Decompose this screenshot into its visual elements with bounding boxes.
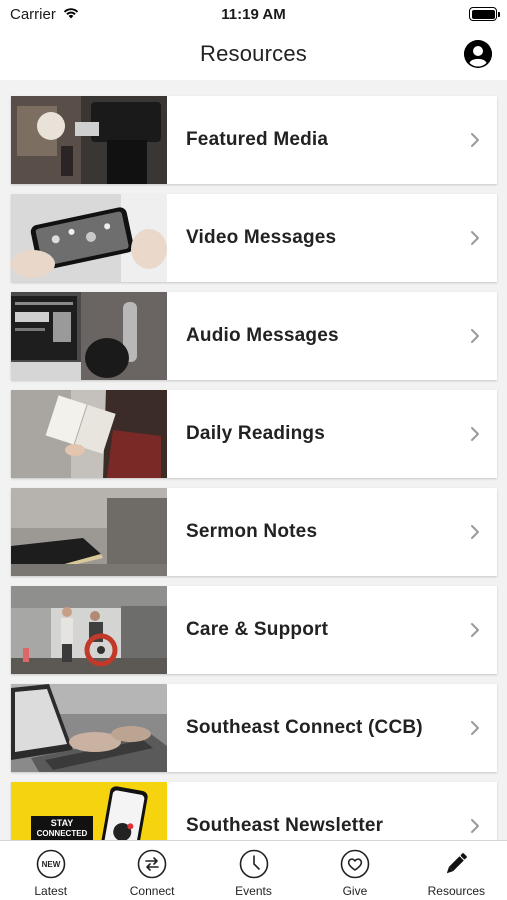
list-item-label: Featured Media bbox=[186, 129, 329, 150]
list-item-southeast-connect[interactable]: Southeast Connect (CCB) bbox=[11, 684, 497, 772]
tab-label: Latest bbox=[34, 884, 68, 898]
list-item-daily-readings[interactable]: Daily Readings bbox=[11, 390, 497, 478]
tab-label: Give bbox=[342, 884, 368, 898]
status-left: Carrier bbox=[10, 6, 80, 23]
bible-on-table-photo bbox=[11, 488, 167, 576]
list-item-care-support[interactable]: Care & Support bbox=[11, 586, 497, 674]
list-item-label: Audio Messages bbox=[186, 325, 339, 346]
camera-crew-photo bbox=[11, 96, 167, 184]
list-item-featured-media[interactable]: Featured Media bbox=[11, 96, 497, 184]
tab-bar: NEW Latest Connect Events Give Resources bbox=[0, 840, 507, 900]
list-item-label: Video Messages bbox=[186, 227, 337, 248]
chevron-right-icon bbox=[463, 132, 497, 148]
list-item-southeast-newsletter[interactable]: STAY CONNECTED Southeast Newsletter bbox=[11, 782, 497, 840]
heart-icon bbox=[339, 848, 371, 880]
care-group-photo bbox=[11, 586, 167, 674]
list-item-sermon-notes[interactable]: Sermon Notes bbox=[11, 488, 497, 576]
tab-resources[interactable]: Resources bbox=[406, 841, 507, 900]
tab-latest[interactable]: NEW Latest bbox=[0, 841, 101, 900]
chevron-right-icon bbox=[463, 426, 497, 442]
tab-connect[interactable]: Connect bbox=[101, 841, 202, 900]
connect-arrows-icon bbox=[136, 848, 168, 880]
list-item-label: Daily Readings bbox=[186, 423, 326, 444]
wifi-icon bbox=[62, 6, 80, 23]
chevron-right-icon bbox=[463, 328, 497, 344]
clock-icon bbox=[238, 848, 270, 880]
studio-microphone-photo bbox=[11, 292, 167, 380]
carrier-label: Carrier bbox=[10, 5, 56, 23]
list-item-label: Sermon Notes bbox=[186, 521, 318, 542]
nav-header: Resources bbox=[0, 28, 507, 80]
tab-label: Resources bbox=[427, 884, 485, 898]
resources-list: Featured Media Video Messages Audio Mess… bbox=[0, 80, 507, 840]
tab-label: Connect bbox=[129, 884, 175, 898]
list-item-label: Care & Support bbox=[186, 619, 329, 640]
page-title: Resources bbox=[200, 41, 307, 66]
phone-video-photo bbox=[11, 194, 167, 282]
new-badge-text: NEW bbox=[41, 860, 60, 869]
list-item-video-messages[interactable]: Video Messages bbox=[11, 194, 497, 282]
chevron-right-icon bbox=[463, 818, 497, 834]
status-bar: Carrier 11:19 AM bbox=[0, 0, 507, 28]
pencil-icon bbox=[440, 848, 472, 880]
list-item-label: Southeast Newsletter bbox=[186, 815, 384, 836]
profile-button[interactable] bbox=[464, 40, 492, 68]
list-item-audio-messages[interactable]: Audio Messages bbox=[11, 292, 497, 380]
reading-book-photo bbox=[11, 390, 167, 478]
chevron-right-icon bbox=[463, 524, 497, 540]
chevron-right-icon bbox=[463, 622, 497, 638]
chevron-right-icon bbox=[463, 230, 497, 246]
chevron-right-icon bbox=[463, 720, 497, 736]
connected-text: CONNECTED bbox=[37, 829, 88, 838]
profile-icon bbox=[464, 40, 492, 68]
tab-events[interactable]: Events bbox=[203, 841, 304, 900]
tab-give[interactable]: Give bbox=[304, 841, 405, 900]
list-item-label: Southeast Connect (CCB) bbox=[186, 717, 423, 738]
tab-label: Events bbox=[235, 884, 272, 898]
stay-text: STAY bbox=[51, 818, 74, 828]
battery-icon bbox=[469, 7, 500, 21]
stay-connected-photo: STAY CONNECTED bbox=[11, 782, 167, 840]
new-badge-icon: NEW bbox=[35, 848, 67, 880]
laptop-typing-photo bbox=[11, 684, 167, 772]
